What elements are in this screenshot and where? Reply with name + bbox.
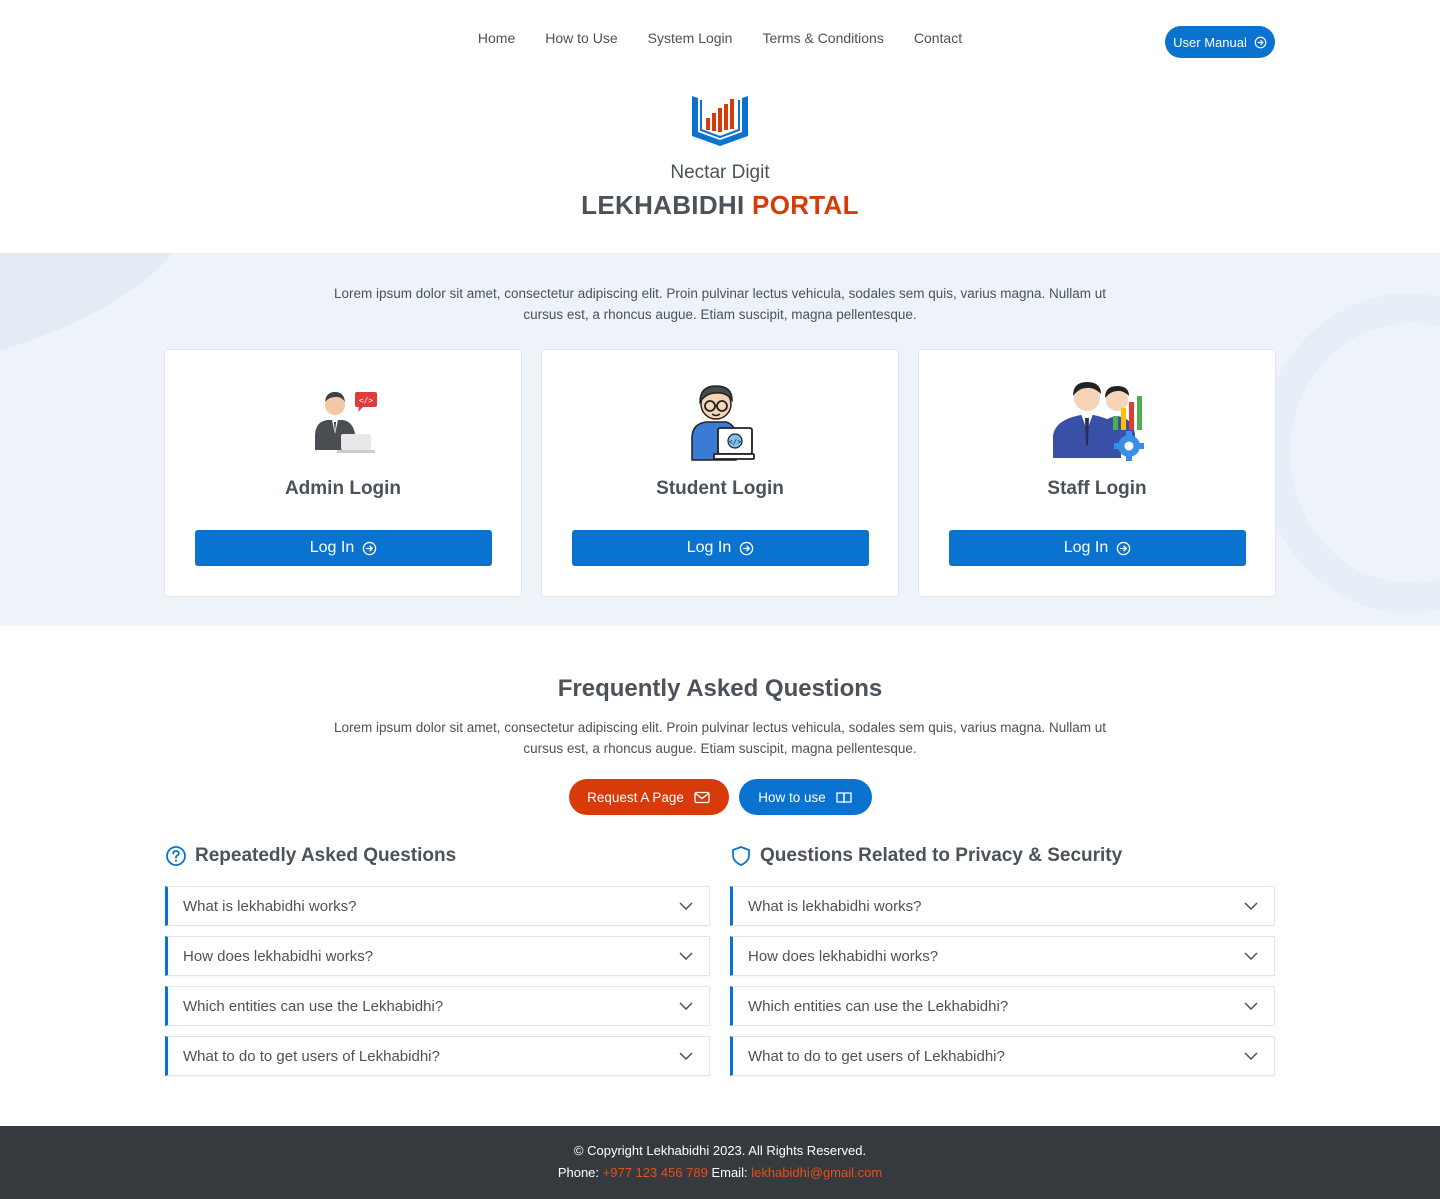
faq-item[interactable]: How does lekhabidhi works? bbox=[730, 936, 1275, 976]
faq-title: Frequently Asked Questions bbox=[557, 675, 883, 702]
student-login-title: Student Login bbox=[656, 478, 784, 499]
faq-actions: Request A Page How to use bbox=[0, 779, 1440, 815]
privacy-questions-heading: Questions Related to Privacy & Security bbox=[730, 842, 1275, 870]
repeated-questions-heading: Repeatedly Asked Questions bbox=[165, 842, 710, 870]
copyright-text: © Copyright Lekhabidhi 2023. All Rights … bbox=[573, 1143, 867, 1158]
nav-link-home[interactable]: Home bbox=[478, 30, 515, 46]
staff-login-card: Staff Login Log In bbox=[918, 349, 1276, 597]
shield-icon bbox=[730, 845, 752, 867]
user-manual-label: User Manual bbox=[1173, 34, 1247, 50]
faq-item[interactable]: How does lekhabidhi works? bbox=[165, 936, 710, 976]
phone-link[interactable]: +977 123 456 789 bbox=[603, 1165, 708, 1180]
email-link[interactable]: lekhabidhi@gmail.com bbox=[751, 1165, 882, 1180]
arrow-circle-icon bbox=[739, 541, 754, 555]
staff-login-button-label: Log In bbox=[1063, 539, 1109, 556]
faq-question: Which entities can use the Lekhabidhi? bbox=[183, 997, 444, 1015]
repeated-questions-column: Repeatedly Asked Questions What is lekha… bbox=[165, 842, 710, 1086]
faq-question: Which entities can use the Lekhabidhi? bbox=[748, 997, 1009, 1015]
how-to-use-label: How to use bbox=[758, 789, 826, 805]
user-manual-button[interactable]: User Manual bbox=[1165, 26, 1275, 58]
nav-link-contact[interactable]: Contact bbox=[914, 30, 962, 46]
request-page-button[interactable]: Request A Page bbox=[568, 779, 729, 815]
staff-login-title: Staff Login bbox=[1047, 478, 1147, 499]
admin-illustration-icon: </> bbox=[165, 378, 521, 462]
chevron-down-icon bbox=[1244, 952, 1258, 960]
faq-intro-text: Lorem ipsum dolor sit amet, consectetur … bbox=[333, 720, 1107, 756]
book-chart-logo-icon bbox=[692, 96, 748, 146]
faq-item[interactable]: What to do to get users of Lekhabidhi? bbox=[165, 1036, 710, 1076]
chevron-down-icon bbox=[679, 1002, 693, 1010]
staff-login-button[interactable]: Log In bbox=[949, 530, 1246, 566]
chevron-down-icon bbox=[1244, 902, 1258, 910]
privacy-questions-column: Questions Related to Privacy & Security … bbox=[730, 842, 1275, 1086]
arrow-circle-icon bbox=[1254, 36, 1267, 48]
repeated-questions-title: Repeatedly Asked Questions bbox=[195, 845, 457, 866]
portal-title: LEKHABIDHI PORTAL bbox=[0, 190, 1440, 221]
arrow-circle-icon bbox=[1116, 541, 1131, 555]
footer: © Copyright Lekhabidhi 2023. All Rights … bbox=[0, 1126, 1440, 1199]
faq-item[interactable]: Which entities can use the Lekhabidhi? bbox=[730, 986, 1275, 1026]
faq-item[interactable]: What is lekhabidhi works? bbox=[165, 886, 710, 926]
student-illustration-icon: </> bbox=[542, 378, 898, 462]
privacy-questions-list: What is lekhabidhi works? How does lekha… bbox=[730, 886, 1275, 1076]
contact-line: Phone: +977 123 456 789 Email: lekhabidh… bbox=[0, 1165, 1440, 1180]
portal-title-part1: LEKHABIDHI bbox=[581, 190, 745, 220]
faq-question: What to do to get users of Lekhabidhi? bbox=[748, 1047, 1005, 1065]
student-login-button[interactable]: Log In bbox=[572, 530, 869, 566]
chevron-down-icon bbox=[679, 1052, 693, 1060]
login-cards: </> Admin Login Log In </> Student Login… bbox=[164, 349, 1276, 597]
chevron-down-icon bbox=[1244, 1052, 1258, 1060]
chevron-down-icon bbox=[679, 952, 693, 960]
faq-item[interactable]: What is lekhabidhi works? bbox=[730, 886, 1275, 926]
admin-login-card: </> Admin Login Log In bbox=[164, 349, 522, 597]
chevron-down-icon bbox=[679, 902, 693, 910]
privacy-questions-title: Questions Related to Privacy & Security bbox=[760, 845, 1123, 866]
login-section: Lorem ipsum dolor sit amet, consectetur … bbox=[0, 253, 1440, 626]
faq-item[interactable]: Which entities can use the Lekhabidhi? bbox=[165, 986, 710, 1026]
student-login-button-label: Log In bbox=[686, 539, 732, 556]
faq-question: What to do to get users of Lekhabidhi? bbox=[183, 1047, 440, 1065]
org-name: Nectar Digit bbox=[670, 162, 770, 183]
question-circle-icon bbox=[165, 845, 187, 867]
phone-label: Phone: bbox=[557, 1165, 600, 1180]
arrow-circle-icon bbox=[362, 541, 377, 555]
faq-item[interactable]: What to do to get users of Lekhabidhi? bbox=[730, 1036, 1275, 1076]
brand-header: Nectar Digit LEKHABIDHI PORTAL bbox=[0, 86, 1440, 221]
chevron-down-icon bbox=[1244, 1002, 1258, 1010]
nav-link-system-login[interactable]: System Login bbox=[648, 30, 733, 46]
faq-question: What is lekhabidhi works? bbox=[183, 897, 357, 915]
top-navigation: Home How to Use System Login Terms & Con… bbox=[0, 0, 1440, 80]
faq-question: How does lekhabidhi works? bbox=[183, 947, 374, 965]
faq-question: How does lekhabidhi works? bbox=[748, 947, 939, 965]
login-intro-text: Lorem ipsum dolor sit amet, consectetur … bbox=[333, 286, 1107, 322]
faq-question: What is lekhabidhi works? bbox=[748, 897, 922, 915]
svg-text:</>: </> bbox=[729, 438, 742, 446]
admin-login-button-label: Log In bbox=[309, 539, 355, 556]
admin-login-button[interactable]: Log In bbox=[195, 530, 492, 566]
nav-link-how-to-use[interactable]: How to Use bbox=[545, 30, 617, 46]
book-open-icon bbox=[836, 791, 852, 803]
staff-illustration-icon bbox=[919, 378, 1275, 462]
envelope-icon bbox=[694, 791, 710, 803]
admin-login-title: Admin Login bbox=[284, 478, 402, 499]
svg-text:</>: </> bbox=[359, 396, 374, 405]
student-login-card: </> Student Login Log In bbox=[541, 349, 899, 597]
portal-title-part2: PORTAL bbox=[752, 190, 859, 220]
how-to-use-button[interactable]: How to use bbox=[738, 779, 872, 815]
email-label: Email: bbox=[711, 1165, 748, 1180]
request-page-label: Request A Page bbox=[587, 789, 684, 805]
background-decoration bbox=[1260, 293, 1440, 613]
repeated-questions-list: What is lekhabidhi works? How does lekha… bbox=[165, 886, 710, 1076]
nav-link-terms[interactable]: Terms & Conditions bbox=[762, 30, 883, 46]
